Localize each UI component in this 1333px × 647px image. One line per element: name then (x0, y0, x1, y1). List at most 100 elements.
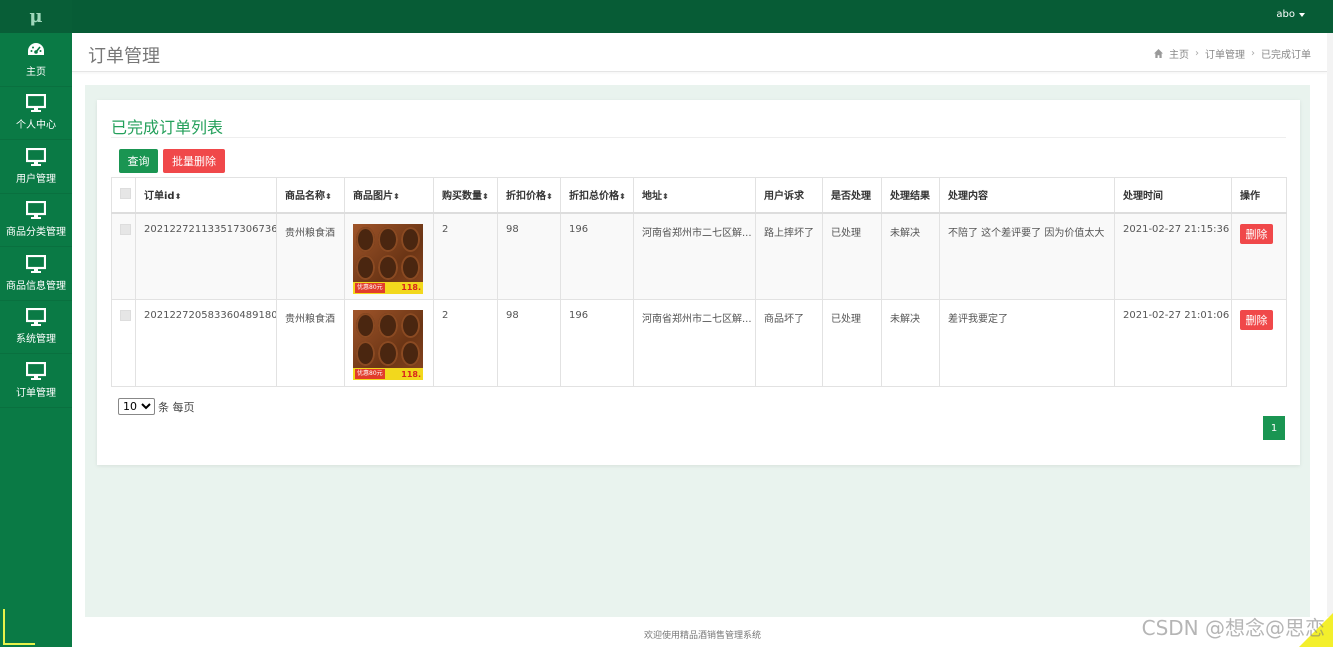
header-quantity[interactable]: 购买数量⬍ (433, 177, 498, 214)
monitor-icon (26, 94, 46, 113)
monitor-icon (26, 201, 46, 220)
header-select-all[interactable] (111, 177, 136, 214)
sidebar-item-profile[interactable]: 个人中心 (0, 87, 72, 140)
row-select-cell[interactable] (111, 299, 136, 387)
select-all-checkbox[interactable] (120, 187, 131, 199)
breadcrumb-separator: › (1195, 48, 1199, 59)
header-user-request: 用户诉求 (755, 177, 823, 214)
table-header-row: 订单id⬍ 商品名称⬍ 商品图片⬍ 购买数量⬍ 折扣价格⬍ 折扣总价格⬍ 地址⬍… (111, 177, 1287, 214)
orders-table: 订单id⬍ 商品名称⬍ 商品图片⬍ 购买数量⬍ 折扣价格⬍ 折扣总价格⬍ 地址⬍… (111, 177, 1287, 387)
app-logo[interactable]: μ (0, 0, 72, 33)
header-processed: 是否处理 (822, 177, 882, 214)
delete-button[interactable]: 删除 (1240, 223, 1273, 244)
sidebar-item-category[interactable]: 商品分类管理 (0, 194, 72, 247)
cell-product-image: 优惠80元 118. (344, 212, 434, 300)
watermark: CSDN @想念@思恋 (1141, 616, 1325, 640)
sidebar-item-label: 主页 (26, 66, 46, 78)
row-select-cell[interactable] (111, 212, 136, 300)
cell-user-request: 路上摔坏了 (755, 212, 823, 300)
page-size-control: 10 条 每页 (118, 398, 195, 415)
discount-badge: 优惠80元 (355, 369, 385, 379)
cell-time: 2021-02-27 21:01:06 (1114, 299, 1232, 387)
page-button-current[interactable]: 1 (1263, 416, 1285, 440)
header-order-id[interactable]: 订单id⬍ (135, 177, 277, 214)
panel-divider (111, 137, 1286, 138)
cell-quantity: 2 (433, 299, 498, 387)
cell-product-name: 贵州粮食酒 (276, 212, 345, 300)
header-result: 处理结果 (881, 177, 940, 214)
header-content: 处理内容 (939, 177, 1115, 214)
sidebar-item-system[interactable]: 系统管理 (0, 301, 72, 354)
header-product-image[interactable]: 商品图片⬍ (344, 177, 434, 214)
home-icon (1154, 49, 1163, 58)
breadcrumb-orders[interactable]: 订单管理 (1205, 46, 1245, 61)
sort-icon: ⬍ (546, 192, 553, 202)
sort-icon: ⬍ (619, 192, 626, 202)
cell-product-image: 优惠80元 118. (344, 299, 434, 387)
header-address[interactable]: 地址⬍ (633, 177, 756, 214)
cell-order-id: 202122720583360489180 (135, 299, 277, 387)
breadcrumb-separator: › (1251, 48, 1255, 59)
dashboard-icon (28, 42, 44, 55)
sort-icon: ⬍ (662, 192, 669, 202)
caret-down-icon (1299, 12, 1305, 17)
cell-quantity: 2 (433, 212, 498, 300)
batch-delete-button[interactable]: 批量删除 (163, 149, 225, 173)
sidebar-item-users[interactable]: 用户管理 (0, 140, 72, 194)
page-title: 订单管理 (88, 46, 160, 67)
header-discount-price[interactable]: 折扣价格⬍ (497, 177, 561, 214)
monitor-icon (26, 147, 46, 166)
sidebar-item-label: 订单管理 (16, 387, 56, 399)
sidebar-item-label: 商品信息管理 (6, 280, 66, 292)
content-area: 已完成订单列表 查询 批量删除 订单id⬍ 商品名称⬍ 商品图片⬍ 购买数量⬍ … (85, 85, 1310, 617)
header-time: 处理时间 (1114, 177, 1232, 214)
row-checkbox[interactable] (120, 310, 131, 321)
price-badge: 118. (401, 369, 421, 379)
header-product-name[interactable]: 商品名称⬍ (276, 177, 345, 214)
header-discount-total[interactable]: 折扣总价格⬍ (560, 177, 634, 214)
page-header: 订单管理 主页 › 订单管理 › 已完成订单 (72, 33, 1327, 72)
sidebar-item-home[interactable]: 主页 (0, 33, 72, 87)
sort-icon: ⬍ (482, 192, 489, 202)
page-size-select[interactable]: 10 (118, 398, 155, 415)
cell-product-name: 贵州粮食酒 (276, 299, 345, 387)
query-button[interactable]: 查询 (119, 149, 158, 173)
sort-icon: ⬍ (325, 192, 332, 202)
cell-discount-price: 98 (497, 299, 561, 387)
table-row: 20212272113351730673​6 贵州粮食酒 优惠80元 118. … (111, 212, 1287, 300)
sidebar-item-label: 系统管理 (16, 334, 56, 346)
cell-content: 差评我要定了 (939, 299, 1115, 387)
cell-action: 删除 (1231, 212, 1287, 300)
sidebar: μ 主页 个人中心 用户管理 商品分类管理 商品信息管理 系统管理 订单管理 (0, 0, 72, 647)
cell-action: 删除 (1231, 299, 1287, 387)
order-list-panel: 已完成订单列表 查询 批量删除 订单id⬍ 商品名称⬍ 商品图片⬍ 购买数量⬍ … (97, 100, 1300, 465)
breadcrumb-home[interactable]: 主页 (1169, 46, 1189, 61)
row-checkbox[interactable] (120, 223, 131, 235)
sidebar-item-label: 用户管理 (16, 173, 56, 185)
cell-address: 河南省郑州市二七区解... (633, 299, 756, 387)
table-row: 202122720583360489180 贵州粮食酒 优惠80元 118. 2… (111, 299, 1287, 387)
monitor-icon (26, 308, 46, 327)
cell-result: 未解决 (881, 299, 940, 387)
sidebar-item-orders[interactable]: 订单管理 (0, 354, 72, 408)
delete-button[interactable]: 删除 (1240, 310, 1273, 330)
user-menu[interactable]: abo (1276, 9, 1305, 20)
scrollbar-track[interactable] (1327, 33, 1333, 617)
corner-decoration (3, 609, 35, 645)
cell-result: 未解决 (881, 212, 940, 300)
sidebar-item-label: 个人中心 (16, 120, 56, 132)
header-action: 操作 (1231, 177, 1287, 214)
cell-processed: 已处理 (822, 212, 882, 300)
sidebar-item-products[interactable]: 商品信息管理 (0, 247, 72, 301)
product-thumbnail[interactable]: 优惠80元 118. (353, 310, 423, 380)
panel-title: 已完成订单列表 (111, 118, 224, 137)
cell-time: 2021-02-27 21:15:36 (1114, 212, 1232, 300)
footer-text: 欢迎使用精品酒销售管理系统 (643, 631, 761, 641)
cell-discount-total: 196 (560, 299, 634, 387)
product-thumbnail[interactable]: 优惠80元 118. (353, 223, 423, 294)
user-name: abo (1276, 9, 1295, 20)
price-badge: 118. (401, 283, 421, 292)
monitor-icon (26, 254, 46, 273)
monitor-icon (26, 361, 46, 380)
sort-icon: ⬍ (174, 192, 182, 202)
